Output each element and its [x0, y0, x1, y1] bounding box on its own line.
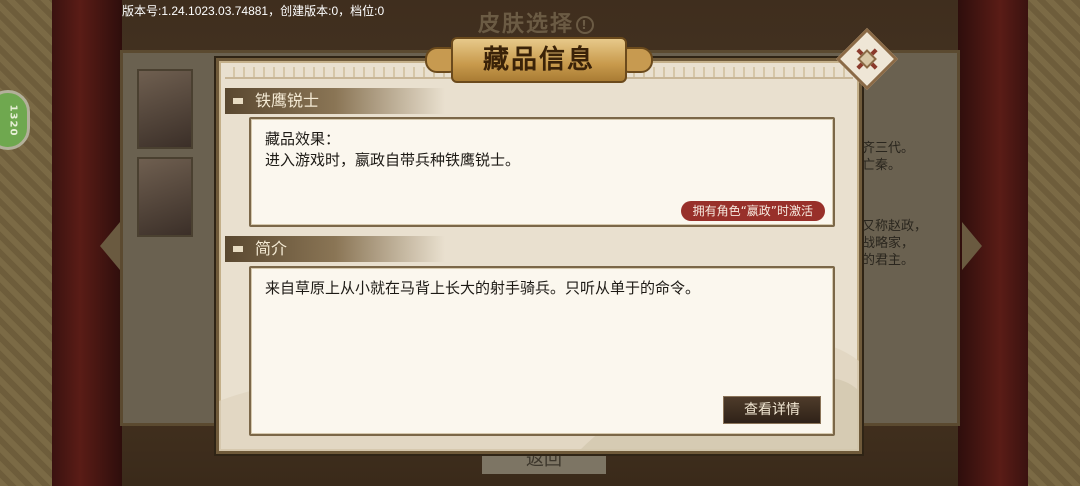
- hero-description-bottom: 又称赵政， 战略家， 的君主。: [862, 218, 927, 269]
- intro-header-label: 简介: [255, 239, 288, 258]
- skin-card[interactable]: [137, 157, 193, 237]
- effect-label: 藏品效果：: [265, 130, 341, 148]
- item-name: 铁鹰锐士: [255, 91, 320, 110]
- skin-selection-title: 皮肤选择!: [478, 6, 595, 38]
- item-name-header: 铁鹰锐士: [225, 88, 445, 114]
- hero-description-top: 齐三代。 亡秦。: [862, 140, 914, 174]
- effect-box: 藏品效果： 进入游戏时，嬴政自带兵种铁鹰锐士。 拥有角色“嬴政”时激活: [249, 117, 835, 227]
- left-wall: [0, 0, 60, 486]
- info-icon[interactable]: !: [576, 16, 595, 34]
- activation-condition-badge: 拥有角色“嬴政”时激活: [680, 201, 825, 221]
- dialog-title: 藏品信息: [451, 37, 627, 83]
- effect-text: 进入游戏时，嬴政自带兵种铁鹰锐士。: [265, 151, 521, 169]
- right-wall: [1022, 0, 1080, 486]
- hero-desc-line: 又称赵政，: [862, 219, 928, 234]
- intro-header: 简介: [225, 236, 445, 262]
- view-details-button[interactable]: 查看详情: [723, 396, 821, 424]
- version-info: 版本号:1.24.1023.03.74881，创建版本:0，档位:0: [122, 4, 385, 18]
- intro-box: 来自草原上从小就在马背上长大的射手骑兵。只听从单于的命令。 查看详情: [249, 266, 835, 436]
- hero-desc-line: 齐三代。: [862, 141, 915, 156]
- side-counter-value: 1320: [7, 104, 19, 137]
- next-arrow-icon[interactable]: [962, 222, 982, 270]
- side-counter-badge[interactable]: 1320: [0, 90, 30, 150]
- collection-info-dialog: 藏品信息 铁鹰锐士 藏品效果： 进入游戏时，嬴政自带兵种铁鹰锐士。 拥有角色“嬴…: [216, 27, 899, 454]
- hero-desc-line: 的君主。: [862, 253, 915, 268]
- skin-card[interactable]: [137, 69, 193, 149]
- intro-text: 来自草原上从小就在马背上长大的射手骑兵。只听从单于的命令。: [265, 279, 701, 297]
- close-icon[interactable]: [857, 49, 877, 69]
- skin-selection-title-text: 皮肤选择: [478, 12, 575, 37]
- previous-arrow-icon[interactable]: [100, 222, 120, 270]
- hero-desc-line: 战略家，: [862, 236, 915, 251]
- hero-desc-line: 亡秦。: [862, 158, 902, 173]
